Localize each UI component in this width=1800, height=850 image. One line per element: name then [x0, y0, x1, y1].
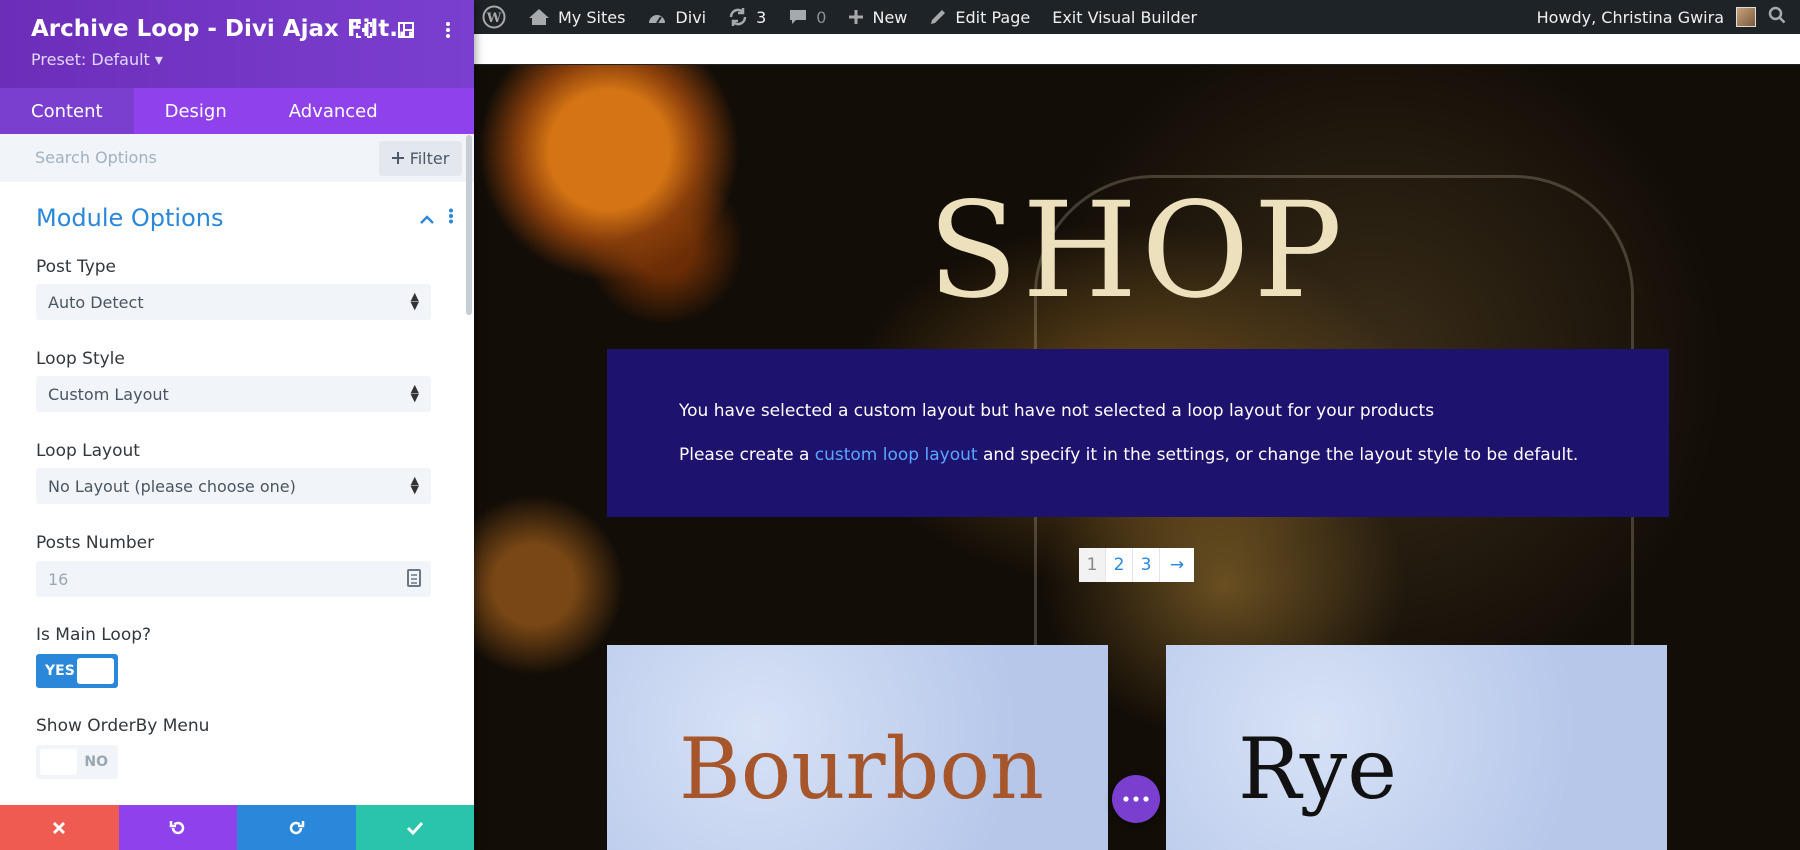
redo-icon	[290, 820, 305, 834]
search-icon[interactable]	[1768, 6, 1786, 28]
post-type-value: Auto Detect	[48, 293, 144, 312]
filter-label: Filter	[409, 149, 450, 168]
user-greeting[interactable]: Howdy, Christina Gwira	[1537, 8, 1724, 27]
new-label: New	[872, 7, 908, 27]
save-button[interactable]	[355, 805, 474, 850]
loop-layout-value: No Layout (please choose one)	[48, 477, 296, 496]
search-bar: Search Options Filter	[0, 134, 474, 182]
new-content-menu[interactable]: New	[848, 8, 907, 27]
fullscreen-icon[interactable]	[354, 20, 374, 40]
loop-style-select[interactable]: Custom Layout ▲ ▼	[36, 376, 431, 412]
home-icon	[529, 9, 549, 25]
loop-style-value: Custom Layout	[48, 385, 169, 404]
site-header	[474, 34, 1800, 65]
notice-instruction: Please create a custom loop layout and s…	[679, 445, 1578, 465]
dashboard-icon	[649, 15, 666, 24]
is-main-loop-label: Is Main Loop?	[36, 625, 152, 645]
comment-icon	[790, 10, 807, 24]
exit-visual-builder-link[interactable]: Exit Visual Builder	[1052, 8, 1197, 27]
split-view-icon[interactable]	[396, 20, 416, 40]
loop-layout-select[interactable]: No Layout (please choose one) ▲ ▼	[36, 468, 431, 504]
notice-text-before: Please create a	[679, 445, 815, 465]
wordpress-logo-icon[interactable]: W	[482, 5, 506, 29]
toggle-state: YES	[45, 663, 75, 679]
plus-icon	[849, 10, 864, 24]
my-sites-menu[interactable]: My Sites	[528, 8, 625, 27]
loop-layout-label: Loop Layout	[36, 441, 140, 461]
edit-page-link[interactable]: Edit Page	[929, 8, 1030, 27]
pagination: 1 2 3 →	[1079, 548, 1194, 582]
product-card-title: Bourbon	[679, 720, 1044, 818]
loop-style-label: Loop Style	[36, 349, 125, 369]
pencil-icon	[931, 10, 946, 24]
page-title: SHOP	[927, 174, 1347, 328]
toggle-knob	[40, 749, 77, 775]
comments-menu[interactable]: 0	[788, 8, 826, 27]
more-horizontal-icon	[1123, 796, 1149, 802]
builder-menu-button[interactable]	[1112, 775, 1160, 823]
posts-number-input[interactable]: 16	[36, 561, 431, 597]
product-card-bourbon[interactable]: Bourbon	[607, 645, 1108, 850]
select-arrows-icon: ▲ ▼	[410, 290, 419, 312]
close-icon	[53, 821, 66, 834]
updates-count: 3	[756, 7, 767, 27]
posts-number-label: Posts Number	[36, 533, 155, 553]
comments-count: 0	[816, 7, 827, 27]
toggle-state: NO	[84, 754, 108, 770]
my-sites-label: My Sites	[558, 7, 626, 27]
discard-button[interactable]	[0, 805, 119, 850]
settings-tabs: Content Design Advanced	[0, 88, 474, 134]
chevron-up-icon[interactable]	[420, 209, 434, 228]
divi-label: Divi	[675, 7, 707, 27]
redo-button[interactable]	[237, 805, 356, 850]
tab-content[interactable]: Content	[0, 88, 134, 134]
svg-text:W: W	[486, 11, 502, 26]
checkmark-icon	[406, 821, 423, 835]
avatar[interactable]	[1736, 7, 1756, 27]
undo-button[interactable]	[118, 805, 237, 850]
notice-text-after: and specify it in the settings, or chang…	[977, 445, 1579, 465]
tab-design[interactable]: Design	[134, 88, 258, 134]
search-options-input[interactable]: Search Options	[35, 148, 157, 167]
panel-scrollbar[interactable]	[466, 135, 472, 315]
plus-icon	[391, 149, 404, 168]
action-bar	[0, 805, 474, 850]
post-type-label: Post Type	[36, 257, 117, 277]
show-orderby-toggle[interactable]: NO	[36, 745, 118, 779]
tab-advanced[interactable]: Advanced	[258, 88, 409, 134]
section-more-icon[interactable]	[448, 208, 454, 228]
select-arrows-icon: ▲ ▼	[410, 382, 419, 404]
page-preview: SHOP You have selected a custom layout b…	[474, 34, 1800, 850]
filter-button[interactable]: Filter	[379, 141, 462, 176]
updates-menu[interactable]: 3	[728, 8, 766, 27]
preset-dropdown[interactable]: Preset: Default ▾	[31, 50, 163, 69]
divi-menu[interactable]: Divi	[647, 8, 706, 27]
page-link-2[interactable]: 2	[1106, 548, 1133, 582]
toggle-knob	[77, 658, 114, 684]
edit-page-label: Edit Page	[955, 7, 1031, 27]
is-main-loop-toggle[interactable]: YES	[36, 654, 118, 688]
undo-icon	[169, 820, 184, 834]
post-type-select[interactable]: Auto Detect ▲ ▼	[36, 284, 431, 320]
custom-loop-layout-link[interactable]: custom loop layout	[815, 445, 978, 465]
loop-layout-notice: You have selected a custom layout but ha…	[607, 349, 1669, 517]
more-options-icon[interactable]	[438, 20, 458, 40]
page-link-1[interactable]: 1	[1079, 548, 1106, 582]
panel-header: Archive Loop - Divi Ajax Filt... Preset:…	[0, 0, 474, 88]
select-arrows-icon: ▲ ▼	[410, 474, 419, 496]
number-field-icon	[407, 569, 421, 591]
product-card-title: Rye	[1238, 720, 1397, 818]
module-settings-panel: Archive Loop - Divi Ajax Filt... Preset:…	[0, 0, 474, 850]
posts-number-value: 16	[48, 570, 69, 589]
product-card-rye[interactable]: Rye	[1166, 645, 1667, 850]
refresh-icon	[729, 8, 747, 26]
wp-admin-bar: W My Sites Divi 3 0 New Edit Page Exit V…	[474, 0, 1800, 34]
module-options-heading[interactable]: Module Options	[36, 204, 224, 232]
next-page-arrow[interactable]: →	[1160, 548, 1194, 582]
page-link-3[interactable]: 3	[1133, 548, 1160, 582]
show-orderby-label: Show OrderBy Menu	[36, 716, 210, 736]
notice-message: You have selected a custom layout but ha…	[679, 401, 1435, 421]
exit-builder-label: Exit Visual Builder	[1052, 7, 1198, 27]
